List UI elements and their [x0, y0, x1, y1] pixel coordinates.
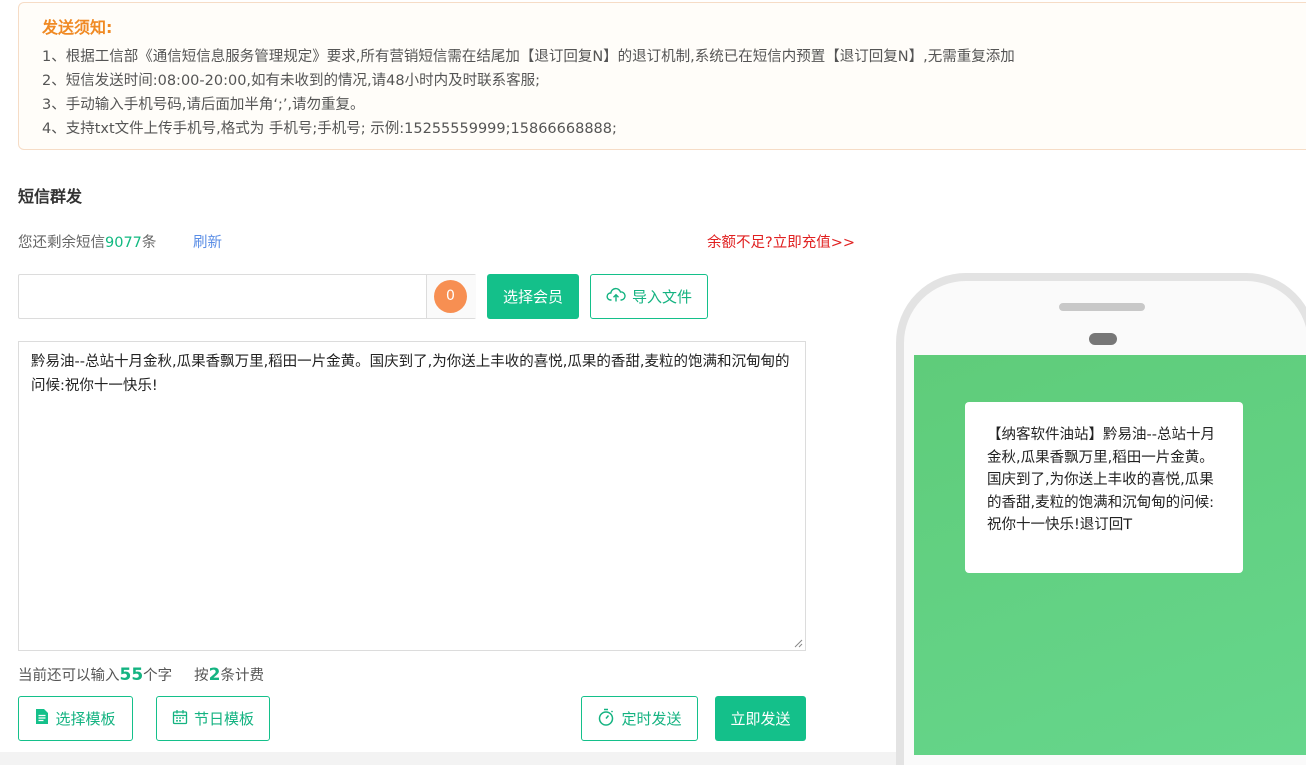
import-file-label: 导入文件 — [631, 288, 692, 306]
notice-line-4: 4、支持txt文件上传手机号,格式为 手机号;手机号; 示例:152555599… — [42, 121, 617, 137]
notice-panel: 发送须知: 1、根据工信部《通信短信息服务管理规定》要求,所有营销短信需在结尾加… — [18, 2, 1306, 150]
document-icon — [35, 708, 49, 729]
choose-template-label: 选择模板 — [55, 710, 116, 728]
phone-speaker — [1059, 303, 1145, 311]
char-counter: 当前还可以输入55个字 按2条计费 — [18, 664, 264, 685]
holiday-template-label: 节日模板 — [193, 710, 254, 728]
phone-number-input[interactable] — [19, 275, 426, 318]
billing-suffix: 条计费 — [220, 668, 265, 684]
cloud-upload-icon — [606, 287, 626, 307]
import-file-button[interactable]: 导入文件 — [590, 274, 708, 319]
notice-line-3: 3、手动输入手机号码,请后面加半角‘;’,请勿重复。 — [42, 97, 365, 113]
balance-suffix: 条 — [141, 235, 157, 251]
preview-message-bubble: 【纳客软件油站】黔易油--总站十月金秋,瓜果香飘万里,稻田一片金黄。国庆到了,为… — [965, 402, 1243, 573]
balance-count: 9077 — [105, 235, 142, 251]
notice-line-1: 1、根据工信部《通信短信息服务管理规定》要求,所有营销短信需在结尾加【退订回复N… — [42, 49, 1015, 65]
phone-camera — [1089, 333, 1117, 345]
notice-line-2: 2、短信发送时间:08:00-20:00,如有未收到的情况,请48小时内及时联系… — [42, 73, 540, 89]
message-content: 黔易油--总站十月金秋,瓜果香飘万里,稻田一片金黄。国庆到了,为你送上丰收的喜悦… — [31, 354, 790, 394]
timed-send-label: 定时发送 — [621, 710, 682, 728]
choose-template-button[interactable]: 选择模板 — [18, 696, 133, 741]
sms-balance: 您还剩余短信9077条 — [18, 231, 156, 252]
remaining-suffix: 个字 — [143, 668, 173, 684]
select-member-button[interactable]: 选择会员 — [487, 274, 579, 319]
message-textarea[interactable]: 黔易油--总站十月金秋,瓜果香飘万里,稻田一片金黄。国庆到了,为你送上丰收的喜悦… — [18, 341, 806, 651]
phone-preview: 【纳客软件油站】黔易油--总站十月金秋,瓜果香飘万里,稻田一片金黄。国庆到了,为… — [896, 273, 1306, 765]
holiday-template-button[interactable]: 节日模板 — [156, 696, 270, 741]
send-now-button[interactable]: 立即发送 — [715, 696, 806, 741]
phone-input-group: 0 — [18, 274, 476, 319]
refresh-link[interactable]: 刷新 — [193, 231, 222, 252]
phone-screen: 【纳客软件油站】黔易油--总站十月金秋,瓜果香飘万里,稻田一片金黄。国庆到了,为… — [914, 355, 1306, 755]
notice-title: 发送须知: — [42, 18, 113, 37]
remaining-count: 55 — [119, 665, 144, 685]
stopwatch-icon — [597, 708, 615, 730]
recharge-link[interactable]: 余额不足?立即充值>> — [707, 231, 855, 252]
resize-handle-icon[interactable] — [793, 638, 803, 648]
phone-count-box: 0 — [426, 275, 476, 318]
calendar-icon — [172, 709, 188, 729]
balance-prefix: 您还剩余短信 — [18, 235, 105, 251]
remaining-prefix: 当前还可以输入 — [18, 668, 120, 684]
phone-count-badge: 0 — [434, 280, 467, 313]
section-title: 短信群发 — [18, 187, 83, 206]
billing-prefix: 按 — [194, 668, 209, 684]
timed-send-button[interactable]: 定时发送 — [581, 696, 698, 741]
billing-count: 2 — [208, 665, 221, 685]
